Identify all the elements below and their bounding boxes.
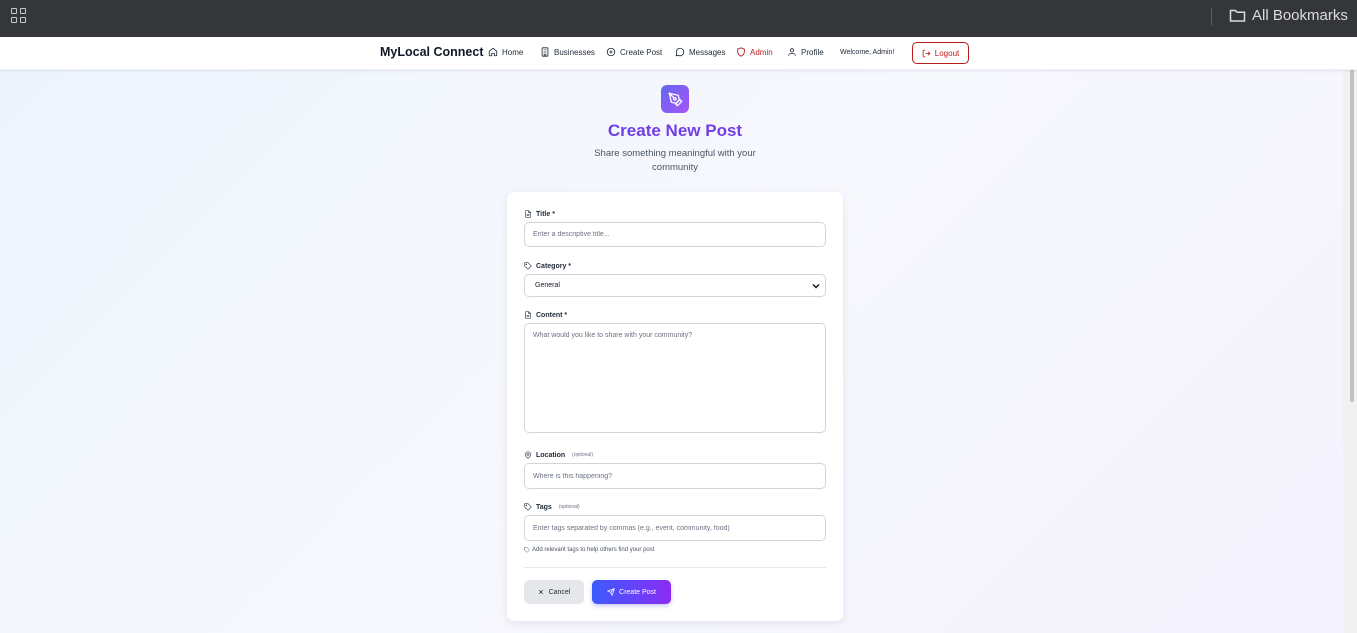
all-bookmarks-label: All Bookmarks bbox=[1252, 7, 1348, 24]
all-bookmarks-button[interactable]: All Bookmarks bbox=[1229, 7, 1348, 24]
create-post-page: Create New Post Share something meaningf… bbox=[0, 70, 1343, 633]
top-navbar: MyLocal Connect Home Businesses Create P… bbox=[0, 37, 1357, 70]
user-icon bbox=[788, 48, 796, 56]
home-icon bbox=[488, 47, 498, 57]
nav-item-home[interactable]: Home bbox=[488, 47, 523, 57]
page-title: Create New Post bbox=[0, 121, 1343, 141]
nav-item-label: Admin bbox=[750, 47, 773, 57]
nav-item-create-post[interactable]: Create Post bbox=[606, 47, 662, 57]
create-post-label: Create Post bbox=[619, 588, 656, 596]
location-label: Location (optional) bbox=[524, 451, 593, 459]
file-text-icon bbox=[525, 311, 531, 319]
logout-icon bbox=[922, 49, 931, 57]
nav-item-label: Businesses bbox=[554, 47, 595, 57]
building-icon bbox=[541, 47, 549, 57]
category-selected-value: General bbox=[535, 282, 560, 289]
cancel-button[interactable]: Cancel bbox=[524, 580, 584, 604]
content-textarea[interactable] bbox=[524, 323, 826, 433]
nav-item-messages[interactable]: Messages bbox=[675, 47, 725, 57]
nav-item-label: Home bbox=[502, 47, 524, 57]
category-label-text: Category * bbox=[536, 262, 572, 270]
nav-item-label: Create Post bbox=[620, 47, 663, 57]
pen-tool-icon bbox=[661, 85, 689, 113]
bookmarks-separator bbox=[1211, 8, 1212, 25]
title-label-text: Title * bbox=[536, 210, 555, 218]
category-select[interactable]: General bbox=[524, 274, 826, 297]
tags-label: Tags (optional) bbox=[524, 503, 580, 511]
scrollbar-thumb[interactable] bbox=[1350, 40, 1354, 402]
content-label-text: Content * bbox=[536, 311, 568, 319]
map-pin-icon bbox=[524, 451, 532, 459]
create-post-form: Title * Category * General Content * Loc… bbox=[507, 192, 843, 621]
folder-icon bbox=[1229, 9, 1246, 22]
create-post-button[interactable]: Create Post bbox=[592, 580, 671, 604]
browser-bookmarks-bar: All Bookmarks bbox=[0, 0, 1357, 37]
page-subtitle: Share something meaningful with your com… bbox=[594, 148, 756, 173]
location-optional-text: (optional) bbox=[572, 452, 594, 458]
title-input[interactable] bbox=[524, 222, 826, 247]
tags-hint-text: Add relevant tags to help others find yo… bbox=[532, 547, 655, 553]
tags-input[interactable] bbox=[524, 515, 826, 541]
location-label-text: Location bbox=[536, 451, 566, 459]
tags-label-text: Tags bbox=[536, 503, 552, 511]
file-text-icon bbox=[525, 210, 531, 218]
title-label: Title * bbox=[524, 210, 555, 218]
nav-item-businesses[interactable]: Businesses bbox=[540, 47, 595, 57]
logout-button[interactable]: Logout bbox=[912, 42, 969, 64]
content-label: Content * bbox=[524, 311, 567, 319]
location-input[interactable] bbox=[524, 463, 826, 489]
message-circle-icon bbox=[675, 47, 685, 57]
tags-hint: Add relevant tags to help others find yo… bbox=[524, 547, 654, 553]
shield-icon bbox=[737, 47, 745, 57]
tag-icon bbox=[524, 503, 532, 511]
nav-item-admin[interactable]: Admin bbox=[736, 47, 773, 57]
tag-icon bbox=[524, 262, 532, 270]
send-icon bbox=[607, 588, 615, 596]
close-icon bbox=[538, 589, 543, 595]
tag-icon bbox=[524, 547, 530, 553]
plus-circle-icon bbox=[606, 47, 616, 57]
nav-item-label: Messages bbox=[689, 47, 726, 57]
chevron-down-icon bbox=[812, 283, 820, 289]
welcome-text: Welcome, Admin! bbox=[840, 49, 895, 56]
form-divider bbox=[524, 567, 826, 568]
tags-optional-text: (optional) bbox=[558, 504, 580, 510]
category-label: Category * bbox=[524, 262, 571, 270]
brand-logo[interactable]: MyLocal Connect bbox=[380, 45, 484, 59]
nav-item-profile[interactable]: Profile bbox=[787, 47, 824, 57]
nav-item-label: Profile bbox=[801, 47, 824, 57]
logout-label: Logout bbox=[934, 48, 960, 58]
apps-grid-icon[interactable] bbox=[11, 8, 27, 24]
cancel-label: Cancel bbox=[548, 588, 571, 596]
